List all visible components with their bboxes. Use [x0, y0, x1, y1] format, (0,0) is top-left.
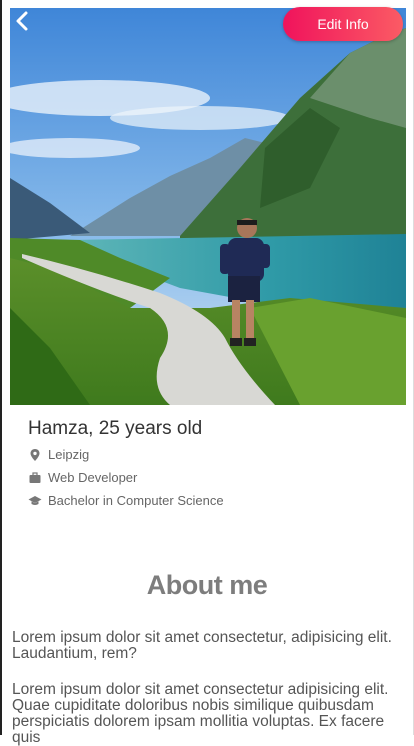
chevron-left-icon [12, 11, 34, 37]
education-row: Bachelor in Computer Science [28, 493, 224, 508]
education-text: Bachelor in Computer Science [48, 493, 224, 508]
location-text: Leipzig [48, 447, 90, 462]
map-pin-icon [28, 448, 42, 462]
about-paragraph-2: Lorem ipsum dolor sit amet consectetur a… [12, 681, 389, 746]
edit-info-button[interactable]: Edit Info [283, 7, 403, 41]
graduation-cap-icon [28, 494, 42, 508]
about-paragraph-1: Lorem ipsum dolor sit amet consectetur, … [12, 629, 392, 662]
back-button[interactable] [12, 10, 34, 32]
briefcase-icon [28, 471, 42, 485]
job-row: Web Developer [28, 470, 137, 485]
profile-name: Hamza, 25 years old [28, 418, 203, 439]
about-title: About me [146, 570, 268, 600]
job-text: Web Developer [48, 470, 138, 485]
profile-photo [10, 8, 406, 405]
location-row: Leipzig [28, 447, 89, 462]
